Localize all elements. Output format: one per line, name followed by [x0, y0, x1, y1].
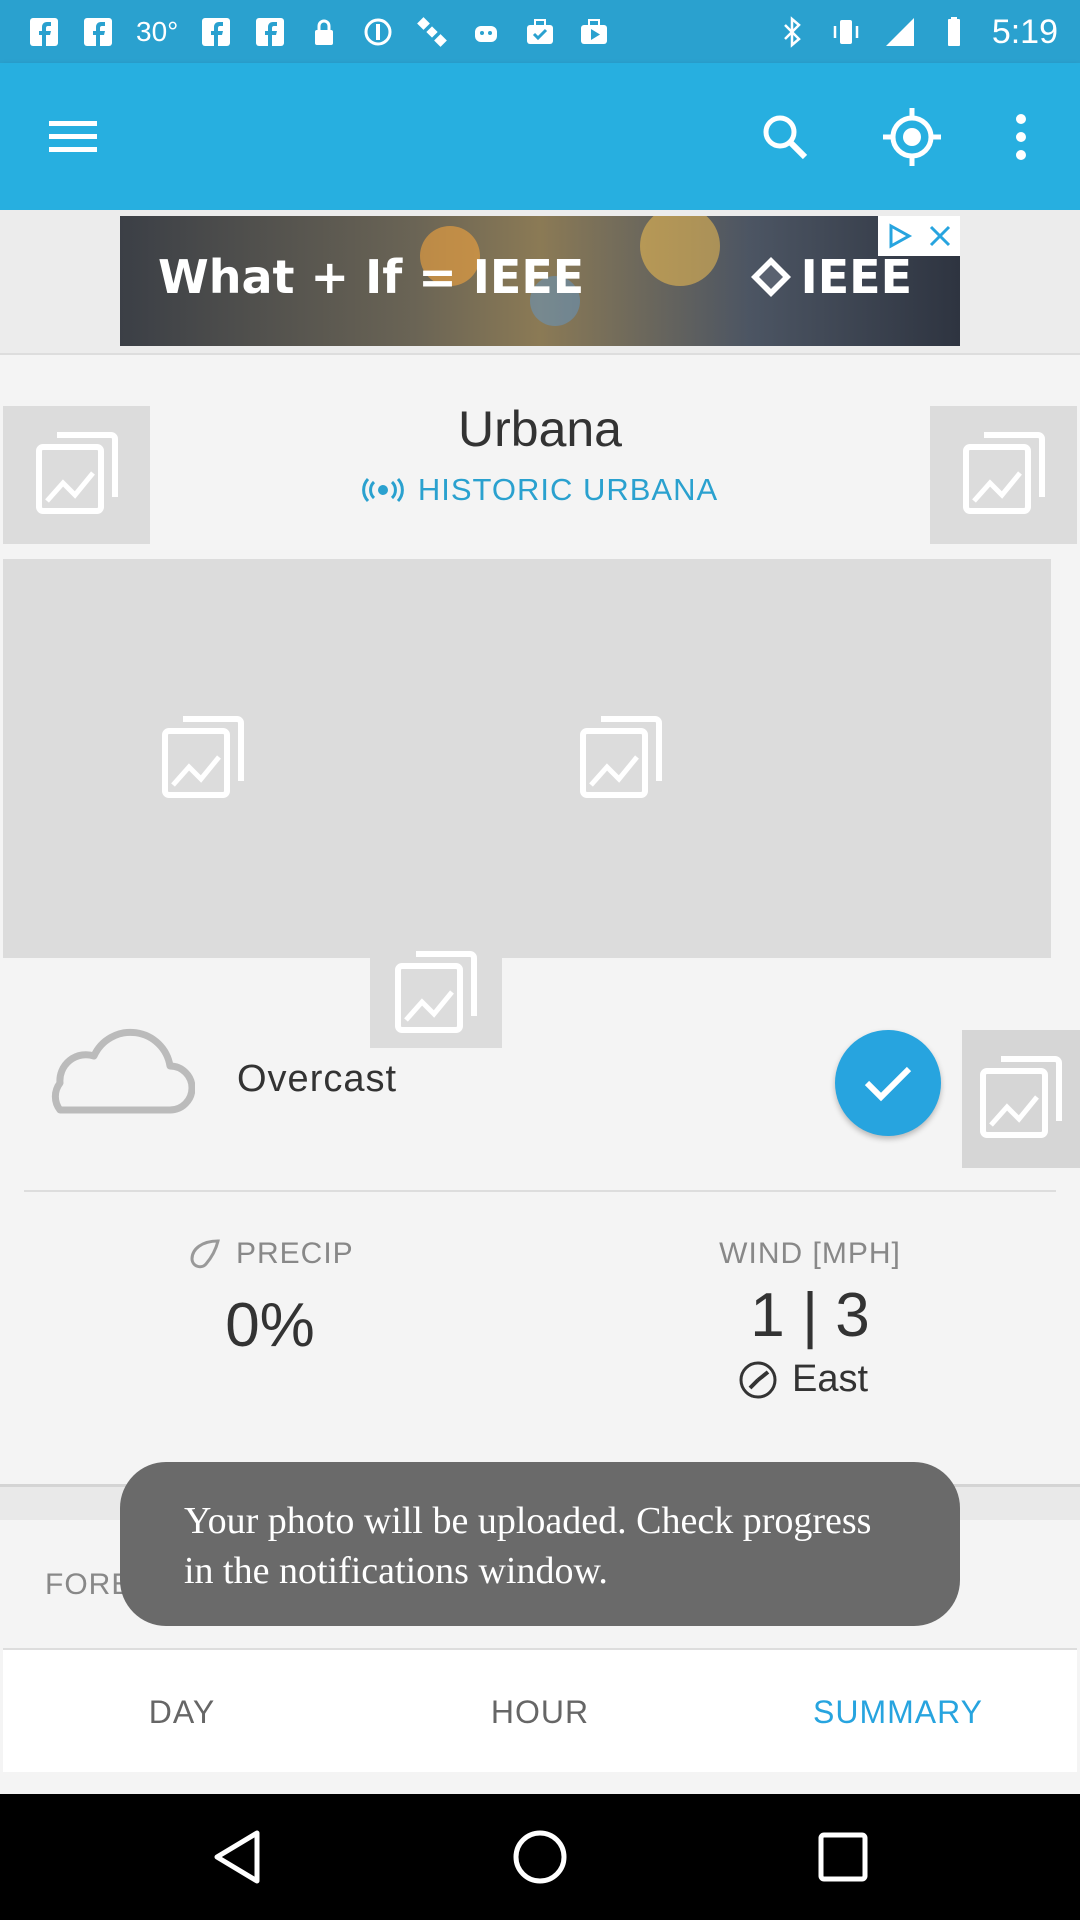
facebook-icon	[256, 18, 285, 46]
battery-icon	[947, 17, 960, 46]
recents-button[interactable]	[803, 1817, 883, 1897]
menu-icon	[49, 121, 97, 152]
navigation-bar	[0, 1794, 1080, 1920]
android-icon	[475, 26, 498, 42]
ad-controls	[878, 216, 960, 256]
facebook-icon	[202, 18, 231, 46]
briefcase-play-icon	[581, 19, 608, 44]
image-icon	[395, 951, 477, 1033]
my-location-button[interactable]	[875, 100, 949, 174]
gps-icon	[883, 108, 941, 166]
image-placeholder[interactable]	[370, 940, 502, 1048]
check-icon	[864, 1066, 912, 1102]
ad-banner[interactable]: What + If = IEEE IEEE	[120, 216, 960, 346]
photo-gallery[interactable]	[3, 559, 1051, 958]
status-bar: 30° 5:19	[0, 0, 1080, 63]
menu-button[interactable]	[36, 100, 110, 174]
status-temperature: 30°	[136, 16, 179, 47]
search-icon	[763, 115, 808, 160]
wind-label: WIND [MPH]	[719, 1237, 901, 1270]
station-name: HISTORIC URBANA	[417, 472, 719, 507]
city-name: Urbana	[458, 401, 622, 457]
back-icon	[214, 1830, 260, 1884]
home-icon	[513, 1830, 567, 1884]
search-button[interactable]	[748, 100, 822, 174]
forecast-tabs: DAY HOUR SUMMARY	[3, 1648, 1077, 1772]
status-time: 5:19	[991, 12, 1058, 51]
image-icon	[162, 716, 244, 798]
ad-brand: IEEE	[749, 250, 912, 304]
facebook-icon	[30, 18, 58, 46]
recents-icon	[818, 1832, 868, 1882]
ieee-diamond-icon	[750, 257, 791, 297]
ad-headline: What + If = IEEE	[158, 250, 585, 304]
app-toolbar	[0, 63, 1080, 210]
raindrop-icon	[190, 1239, 220, 1269]
image-icon	[980, 1056, 1062, 1138]
tab-summary[interactable]: SUMMARY	[719, 1650, 1077, 1774]
ad-container: What + If = IEEE IEEE	[0, 210, 1080, 355]
tab-hour[interactable]: HOUR	[361, 1650, 719, 1774]
home-button[interactable]	[500, 1817, 580, 1897]
facebook-icon	[84, 18, 112, 46]
sync-icon	[364, 18, 392, 46]
precip-value: 0%	[225, 1291, 315, 1360]
wind-direction: East	[738, 1358, 868, 1401]
image-placeholder[interactable]	[962, 1030, 1080, 1168]
image-icon	[580, 716, 662, 798]
close-icon[interactable]	[927, 223, 953, 249]
more-vert-icon	[1016, 114, 1026, 160]
toast-message: Your photo will be uploaded. Check progr…	[120, 1462, 960, 1626]
confirm-fab[interactable]	[835, 1030, 941, 1136]
vibrate-icon	[833, 20, 859, 44]
tab-day[interactable]: DAY	[3, 1650, 361, 1774]
overflow-menu-button[interactable]	[984, 100, 1058, 174]
image-icon	[962, 432, 1045, 514]
image-placeholder[interactable]	[930, 406, 1077, 544]
condition-summary: Overcast	[237, 1058, 398, 1100]
briefcase-check-icon	[527, 19, 554, 44]
lock-icon	[315, 19, 334, 45]
adchoices-icon[interactable]	[885, 222, 913, 250]
station-selector[interactable]: HISTORIC URBANA	[0, 472, 1080, 508]
back-button[interactable]	[197, 1817, 277, 1897]
signal-icon	[885, 18, 914, 46]
broadcast-icon	[361, 477, 404, 503]
cloud-icon	[51, 1028, 195, 1114]
bluetooth-icon	[783, 16, 801, 48]
wind-value: 1 | 3	[750, 1281, 870, 1350]
compass-icon	[739, 1361, 777, 1398]
divider	[24, 1190, 1056, 1192]
satellite-icon	[417, 17, 448, 47]
precip-label: PRECIP	[188, 1237, 354, 1271]
